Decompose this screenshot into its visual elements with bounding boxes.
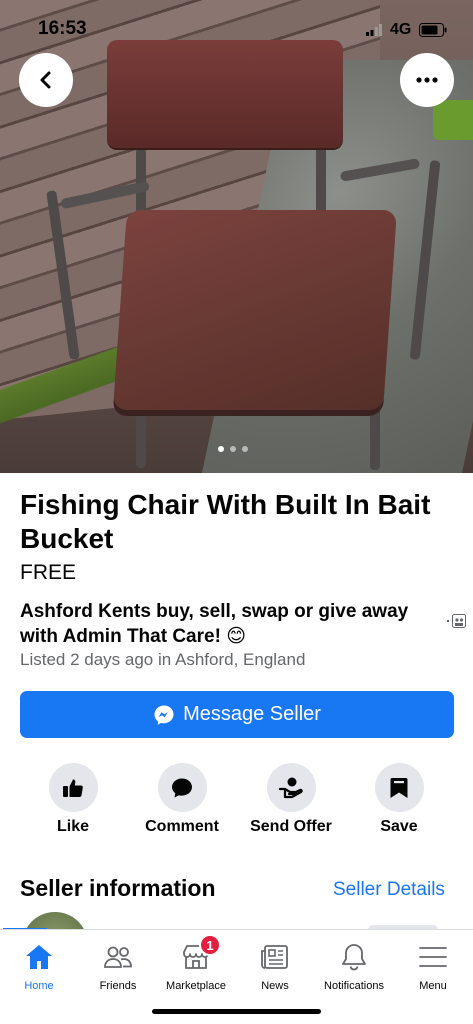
tab-home[interactable]: Home bbox=[0, 940, 84, 992]
group-badge bbox=[447, 614, 466, 628]
status-time: 16:53 bbox=[38, 18, 87, 39]
tab-friends-label: Friends bbox=[99, 980, 137, 992]
news-icon bbox=[261, 945, 288, 969]
group-name-link[interactable]: Ashford Kents buy, sell, swap or give aw… bbox=[20, 599, 445, 649]
group-icon bbox=[452, 614, 466, 628]
thumbs-up-icon bbox=[63, 779, 83, 797]
photo-grass bbox=[433, 100, 473, 140]
listed-info: Listed 2 days ago in Ashford, England bbox=[20, 650, 306, 669]
like-button[interactable]: Like bbox=[18, 763, 128, 836]
send-offer-icon bbox=[278, 777, 303, 798]
battery-icon bbox=[419, 23, 447, 37]
message-seller-button[interactable]: Message Seller bbox=[20, 691, 454, 738]
tab-news[interactable]: News bbox=[230, 940, 320, 992]
photo-pager bbox=[218, 446, 248, 452]
tab-news-label: News bbox=[261, 980, 289, 992]
friends-icon bbox=[104, 946, 132, 968]
listing-photo[interactable]: 16:53 4G bbox=[0, 0, 473, 473]
send-offer-label: Send Offer bbox=[250, 818, 332, 835]
chair-leg-back-right bbox=[370, 400, 380, 470]
tab-marketplace[interactable]: 1 Marketplace bbox=[151, 934, 241, 992]
tab-friends[interactable]: Friends bbox=[73, 940, 163, 992]
messenger-icon bbox=[154, 705, 174, 725]
marketplace-badge: 1 bbox=[199, 934, 221, 956]
comment-button[interactable]: Comment bbox=[127, 763, 237, 836]
separator-dot bbox=[447, 620, 449, 622]
seller-information-heading: Seller information bbox=[20, 875, 216, 901]
chevron-left-icon bbox=[40, 71, 51, 89]
menu-icon bbox=[419, 947, 447, 967]
save-circle bbox=[374, 763, 424, 812]
save-button[interactable]: Save bbox=[344, 763, 454, 836]
bookmark-icon bbox=[390, 777, 408, 798]
home-indicator bbox=[152, 1009, 321, 1014]
menu-icon-wrap bbox=[416, 940, 450, 974]
like-label: Like bbox=[56, 818, 89, 835]
status-indicators: 4G bbox=[366, 21, 447, 39]
news-icon-wrap bbox=[258, 940, 292, 974]
save-label: Save bbox=[380, 818, 418, 835]
home-icon-wrap bbox=[22, 940, 56, 974]
chair-backrest bbox=[107, 40, 343, 148]
tab-menu[interactable]: Menu bbox=[388, 940, 473, 992]
more-horizontal-icon bbox=[416, 77, 438, 83]
listing-price: FREE bbox=[20, 561, 77, 584]
bell-icon bbox=[342, 944, 366, 971]
friends-icon-wrap bbox=[101, 940, 135, 974]
seller-details-link[interactable]: Seller Details bbox=[333, 879, 445, 901]
tab-notifications-label: Notifications bbox=[324, 980, 384, 992]
message-seller-label: Message Seller bbox=[183, 703, 321, 725]
network-label: 4G bbox=[390, 21, 412, 38]
marketplace-icon-wrap: 1 bbox=[179, 934, 221, 974]
comment-label: Comment bbox=[145, 818, 219, 835]
chair-seat bbox=[113, 210, 397, 410]
tab-home-label: Home bbox=[24, 980, 54, 992]
comment-circle bbox=[157, 763, 207, 812]
home-icon bbox=[26, 945, 52, 969]
pager-dot bbox=[230, 446, 236, 452]
tab-notifications[interactable]: Notifications bbox=[309, 940, 399, 992]
listing-title: Fishing Chair With Built In Bait Bucket bbox=[20, 489, 431, 554]
signal-icon bbox=[366, 24, 382, 36]
send-offer-button[interactable]: Send Offer bbox=[236, 763, 346, 836]
action-row: Like Comment Send Offer Save bbox=[0, 763, 473, 843]
back-button[interactable] bbox=[19, 53, 73, 107]
pager-dot bbox=[242, 446, 248, 452]
more-options-button[interactable] bbox=[400, 53, 454, 107]
bell-icon-wrap bbox=[337, 940, 371, 974]
tab-marketplace-label: Marketplace bbox=[166, 980, 226, 992]
comment-icon bbox=[172, 778, 192, 797]
like-circle bbox=[48, 763, 98, 812]
pager-dot bbox=[218, 446, 224, 452]
tab-menu-label: Menu bbox=[419, 980, 447, 992]
send-offer-circle bbox=[266, 763, 316, 812]
